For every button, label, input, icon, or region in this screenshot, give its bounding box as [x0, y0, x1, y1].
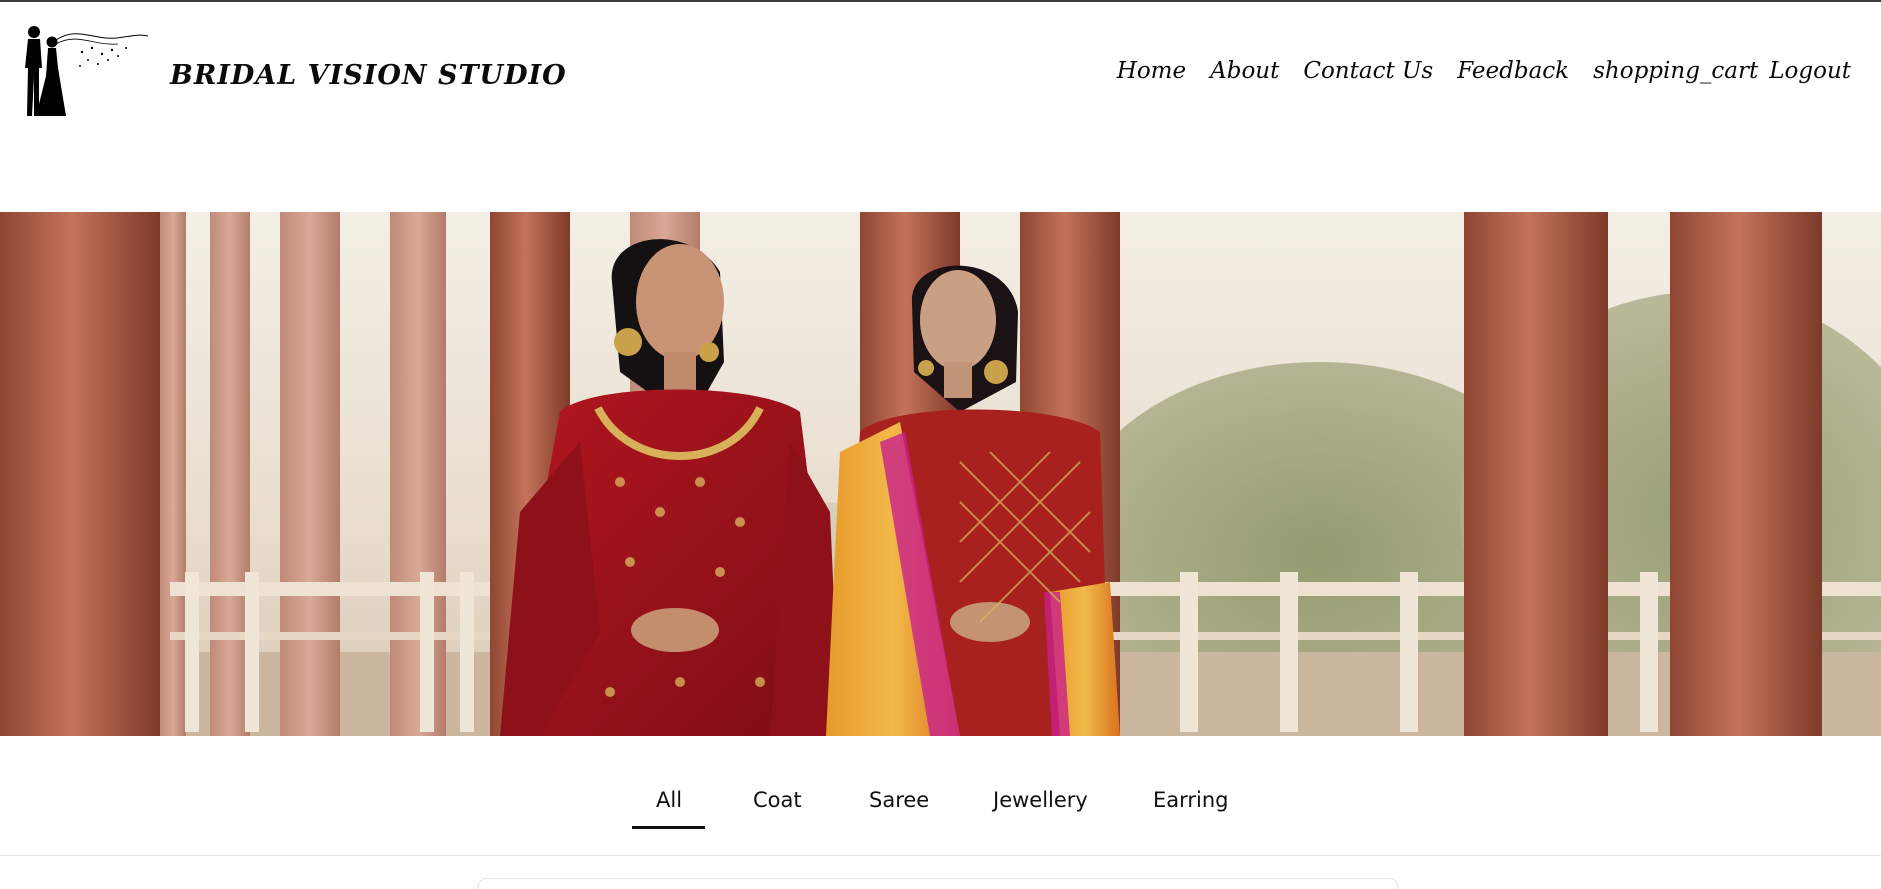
nav-contact-link[interactable]: Contact Us — [1303, 58, 1433, 84]
tab-jewellery[interactable]: Jewellery — [993, 788, 1088, 812]
tab-earring[interactable]: Earring — [1153, 788, 1229, 812]
product-card[interactable] — [478, 878, 1398, 889]
nav-shopping-cart-link[interactable]: shopping_cart — [1593, 58, 1758, 84]
nav-feedback-link[interactable]: Feedback — [1457, 58, 1569, 84]
tab-coat[interactable]: Coat — [753, 788, 802, 812]
active-tab-underline — [632, 826, 705, 829]
site-header: BRIDAL VISION STUDIO Home About Contact … — [0, 2, 1881, 152]
category-tabs: All Coat Saree Jewellery Earring — [0, 752, 1881, 856]
tab-all[interactable]: All — [656, 788, 682, 812]
nav-about-link[interactable]: About — [1210, 58, 1279, 84]
bride-groom-logo-icon[interactable] — [22, 20, 150, 122]
nav-logout-link[interactable]: Logout — [1769, 58, 1851, 84]
brand-name[interactable]: BRIDAL VISION STUDIO — [170, 60, 567, 91]
hero-banner-image — [0, 212, 1881, 736]
main-nav: Home About Contact Us Feedback shopping_… — [1117, 58, 1851, 84]
tab-saree[interactable]: Saree — [869, 788, 929, 812]
tabs-divider — [0, 855, 1881, 856]
nav-home-link[interactable]: Home — [1117, 58, 1186, 84]
